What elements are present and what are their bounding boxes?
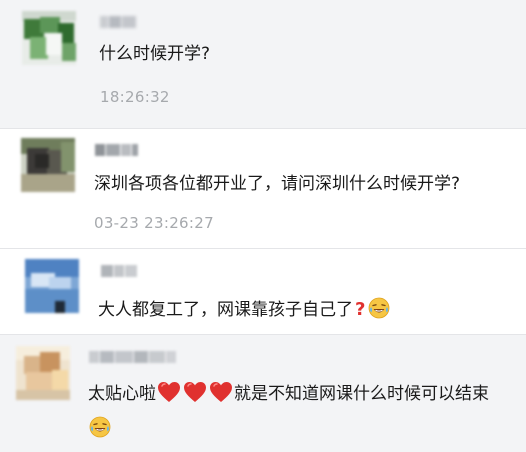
comment-item[interactable]: 什么时候开学? 18:26:32 <box>0 0 526 128</box>
red-heart-icon <box>209 381 233 403</box>
comment-text: 就是不知道网课什么时候可以结束 <box>234 384 489 404</box>
avatar[interactable] <box>21 138 75 192</box>
comment-text: 太贴心啦 <box>88 384 156 404</box>
nickname-blurred[interactable] <box>101 263 161 277</box>
red-heart-icon <box>157 381 181 403</box>
avatar[interactable] <box>22 11 76 65</box>
comment-item[interactable]: 深圳各项各位都开业了，请问深圳什么时候开学? 03-23 23:26:27 <box>0 129 526 248</box>
nickname-blurred[interactable] <box>89 349 209 363</box>
red-question-mark-icon: ? <box>355 299 366 320</box>
red-heart-icon <box>183 381 207 403</box>
comment-text: 什么时候开学? <box>99 44 211 64</box>
comment-text: 大人都复工了，网课靠孩子自己了 <box>98 300 353 320</box>
laughing-crying-emoji-icon <box>368 297 390 319</box>
comment-timestamp: 03-23 23:26:27 <box>94 214 214 232</box>
avatar[interactable] <box>16 346 70 400</box>
laughing-crying-emoji-icon <box>89 416 111 438</box>
comment-list: 什么时候开学? 18:26:32 深圳各项各位都开业了，请问深圳什么时候开学? … <box>0 0 526 452</box>
comment-timestamp: 18:26:32 <box>100 88 170 106</box>
comment-item[interactable]: 大人都复工了，网课靠孩子自己了? <box>0 249 526 334</box>
avatar[interactable] <box>25 259 79 313</box>
comment-text: 深圳各项各位都开业了，请问深圳什么时候开学? <box>94 174 461 194</box>
nickname-blurred[interactable] <box>95 142 155 156</box>
comment-text-with-emoji: 太贴心啦 就是不知道网课什么时候可以结束 <box>88 381 489 405</box>
comment-item[interactable]: 太贴心啦 就是不知道网课什么时候可以结束 <box>0 335 526 452</box>
nickname-blurred[interactable] <box>100 14 160 28</box>
comment-text-with-emoji: 大人都复工了，网课靠孩子自己了? <box>98 297 390 321</box>
